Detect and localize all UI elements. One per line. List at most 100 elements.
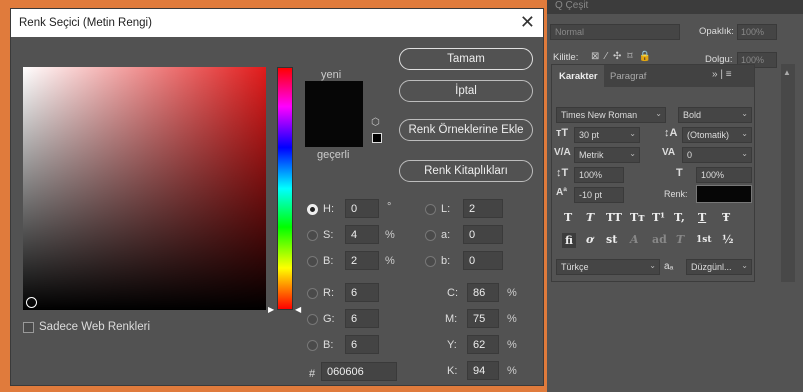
panel-scrollbar[interactable] <box>781 64 795 282</box>
yellow-input[interactable]: 62 <box>467 335 499 354</box>
titling-alternates-button[interactable]: T <box>676 233 684 246</box>
web-safe-cube-icon[interactable]: ⬡ <box>371 117 380 128</box>
tab-character[interactable]: Karakter <box>552 65 604 87</box>
hue-unit: ° <box>387 201 392 213</box>
antialias-select[interactable]: Düzgünl... ⌄ <box>686 259 752 275</box>
lock-icons[interactable]: ⊠⁄✣⌑🔒 <box>591 51 657 62</box>
magenta-input[interactable]: 75 <box>467 309 499 328</box>
leading-value: (Otomatik) <box>687 130 730 140</box>
lab-l-label: L: <box>441 203 451 215</box>
hue-radio[interactable] <box>307 204 318 215</box>
new-color-label: yeni <box>321 69 342 81</box>
brightness-radio[interactable] <box>307 256 318 267</box>
chevron-down-icon: ⌄ <box>741 129 748 138</box>
chevron-down-icon: ⌄ <box>649 261 656 270</box>
faux-bold-button[interactable]: T <box>564 211 572 224</box>
ligatures-button[interactable]: fi <box>562 233 576 248</box>
hue-slider[interactable] <box>277 67 293 310</box>
strikethrough-button[interactable]: Ŧ <box>722 211 730 224</box>
ordinals-button[interactable]: 1st <box>696 235 712 245</box>
character-panel: Karakter Paragraf » | ≡ Times New Roman ⌄… <box>551 64 755 282</box>
small-caps-button[interactable]: Tт <box>630 211 645 224</box>
red-input[interactable]: 6 <box>345 283 379 302</box>
lab-b-label: b: <box>441 255 451 267</box>
old-style-button[interactable]: ơ <box>586 233 593 246</box>
hex-input[interactable]: 060606 <box>321 362 397 381</box>
panel-menu-icon[interactable]: » | ≡ <box>712 69 732 80</box>
leading-select[interactable]: (Otomatik) ⌄ <box>682 127 752 143</box>
layer-filter-search[interactable]: Q Çeşit <box>555 0 588 11</box>
stylistic-alternates-button[interactable]: ad <box>652 233 667 246</box>
color-field-cursor[interactable] <box>26 297 37 308</box>
red-radio[interactable] <box>307 288 318 299</box>
cyan-input[interactable]: 86 <box>467 283 499 302</box>
superscript-button[interactable]: T¹ <box>652 211 665 224</box>
faux-italic-button[interactable]: T <box>586 211 594 224</box>
lab-a-input[interactable]: 0 <box>463 225 503 244</box>
antialias-icon: aₐ <box>664 261 674 272</box>
vertical-scale-icon: ↕T <box>556 167 569 179</box>
opacity-input[interactable]: 100% <box>737 24 777 40</box>
black-unit: % <box>507 365 517 377</box>
underline-button[interactable]: T <box>698 211 706 224</box>
green-input[interactable]: 6 <box>345 309 379 328</box>
black-label: K: <box>447 365 458 377</box>
color-picker-dialog: Renk Seçici (Metin Rengi) ✕ ▶ ◀ Sadece W… <box>10 8 544 386</box>
text-color-label: Renk: <box>664 189 688 199</box>
lab-l-radio[interactable] <box>425 204 436 215</box>
lab-b-radio[interactable] <box>425 256 436 267</box>
current-color-swatch[interactable] <box>305 117 363 147</box>
font-family-select[interactable]: Times New Roman ⌄ <box>556 107 666 123</box>
saturation-brightness-field[interactable] <box>23 67 266 310</box>
hue-input[interactable]: 0 <box>345 199 379 218</box>
chevron-down-icon: ⌄ <box>629 129 636 138</box>
discretionary-ligatures-button[interactable]: st <box>606 233 617 246</box>
cancel-button[interactable]: İptal <box>399 80 533 102</box>
leading-icon: ↕A <box>664 127 678 139</box>
lab-b-input[interactable]: 0 <box>463 251 503 270</box>
lock-label: Kilitle: <box>553 52 579 63</box>
tracking-select[interactable]: 0 ⌄ <box>682 147 752 163</box>
blue-radio[interactable] <box>307 340 318 351</box>
horizontal-scale-input[interactable]: 100% <box>696 167 752 183</box>
dialog-title: Renk Seçici (Metin Rengi) <box>19 17 152 29</box>
saturation-label: S: <box>323 229 334 241</box>
font-family-value: Times New Roman <box>561 110 638 120</box>
yellow-label: Y: <box>447 339 457 351</box>
magenta-label: M: <box>445 313 458 325</box>
close-icon[interactable]: ✕ <box>520 12 535 33</box>
font-style-select[interactable]: Bold ⌄ <box>678 107 752 123</box>
fractions-button[interactable]: ½ <box>722 233 733 246</box>
kerning-select[interactable]: Metrik ⌄ <box>574 147 640 163</box>
black-input[interactable]: 94 <box>467 361 499 380</box>
tab-paragraph[interactable]: Paragraf <box>610 71 646 82</box>
green-radio[interactable] <box>307 314 318 325</box>
font-size-select[interactable]: 30 pt ⌄ <box>574 127 640 143</box>
web-safe-color-swatch[interactable] <box>372 133 382 143</box>
vertical-scale-input[interactable]: 100% <box>574 167 624 183</box>
language-select[interactable]: Türkçe ⌄ <box>556 259 660 275</box>
color-libraries-button[interactable]: Renk Kitaplıkları <box>399 160 533 182</box>
swash-button[interactable]: A <box>630 233 639 246</box>
text-color-swatch[interactable] <box>696 185 752 203</box>
scroll-up-icon[interactable]: ▲ <box>783 68 791 77</box>
hue-label: H: <box>323 203 334 215</box>
tracking-value: 0 <box>687 150 693 160</box>
web-colors-checkbox[interactable] <box>23 322 34 333</box>
ok-button[interactable]: Tamam <box>399 48 533 70</box>
lab-l-input[interactable]: 2 <box>463 199 503 218</box>
add-to-swatches-button[interactable]: Renk Örneklerine Ekle <box>399 119 533 141</box>
language-value: Türkçe <box>561 262 589 272</box>
all-caps-button[interactable]: TT <box>606 211 622 224</box>
blue-input[interactable]: 6 <box>345 335 379 354</box>
saturation-radio[interactable] <box>307 230 318 241</box>
horizontal-scale-icon: T <box>676 167 683 179</box>
lab-a-radio[interactable] <box>425 230 436 241</box>
saturation-input[interactable]: 4 <box>345 225 379 244</box>
subscript-button[interactable]: T, <box>674 211 685 224</box>
photoshop-panels: Q Çeşit Normal Opaklık: 100% Kilitle: ⊠⁄… <box>547 0 803 392</box>
brightness-input[interactable]: 2 <box>345 251 379 270</box>
blend-mode-select[interactable]: Normal <box>550 24 680 40</box>
baseline-shift-input[interactable]: -10 pt <box>574 187 624 203</box>
baseline-shift-icon: Aª <box>556 187 567 198</box>
